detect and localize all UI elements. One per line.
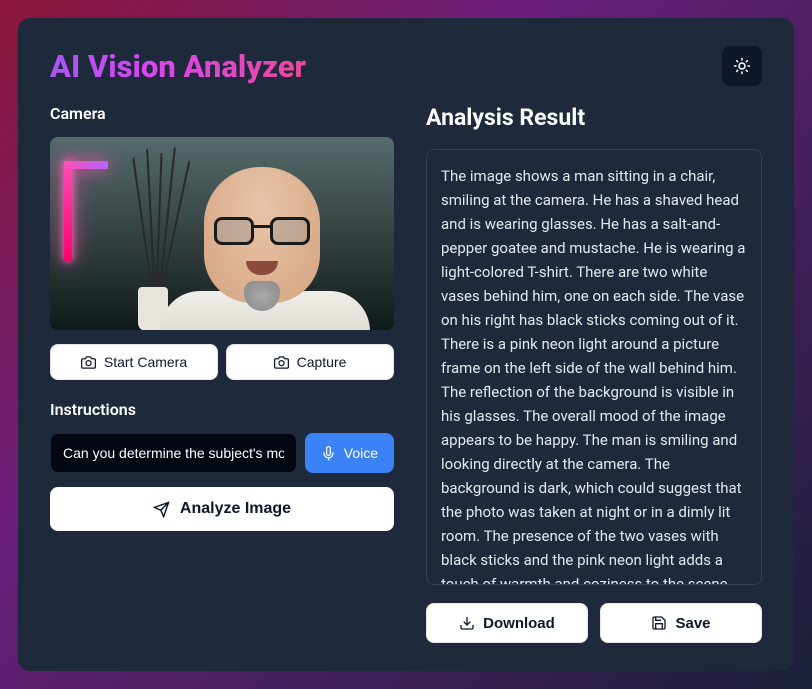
capture-label: Capture xyxy=(297,354,347,370)
main-card: AI Vision Analyzer Camera xyxy=(18,18,794,671)
page-title: AI Vision Analyzer xyxy=(50,48,306,85)
instruction-row: Voice xyxy=(50,433,394,473)
download-button[interactable]: Download xyxy=(426,603,588,643)
mic-icon xyxy=(321,446,336,461)
voice-button[interactable]: Voice xyxy=(305,433,394,473)
instruction-input[interactable] xyxy=(50,433,297,473)
header: AI Vision Analyzer xyxy=(50,46,762,86)
right-column: Analysis Result Download Save xyxy=(426,104,762,643)
camera-icon xyxy=(81,355,96,370)
instructions-label: Instructions xyxy=(50,400,394,419)
camera-label: Camera xyxy=(50,104,394,123)
analyze-label: Analyze Image xyxy=(180,500,291,518)
save-icon xyxy=(651,615,667,631)
columns: Camera xyxy=(50,104,762,643)
voice-label: Voice xyxy=(344,445,378,461)
download-icon xyxy=(459,615,475,631)
result-actions: Download Save xyxy=(426,603,762,643)
result-textarea[interactable] xyxy=(426,149,762,585)
save-label: Save xyxy=(675,615,710,632)
camera-icon xyxy=(274,355,289,370)
start-camera-button[interactable]: Start Camera xyxy=(50,344,218,380)
download-label: Download xyxy=(483,615,555,632)
send-icon xyxy=(153,501,170,518)
camera-preview xyxy=(50,137,394,330)
sun-icon xyxy=(733,57,751,75)
save-button[interactable]: Save xyxy=(600,603,762,643)
start-camera-label: Start Camera xyxy=(104,354,187,370)
camera-buttons: Start Camera Capture xyxy=(50,344,394,380)
left-column: Camera xyxy=(50,104,394,643)
theme-toggle-button[interactable] xyxy=(722,46,762,86)
capture-button[interactable]: Capture xyxy=(226,344,394,380)
result-title: Analysis Result xyxy=(426,104,762,131)
analyze-button[interactable]: Analyze Image xyxy=(50,487,394,531)
